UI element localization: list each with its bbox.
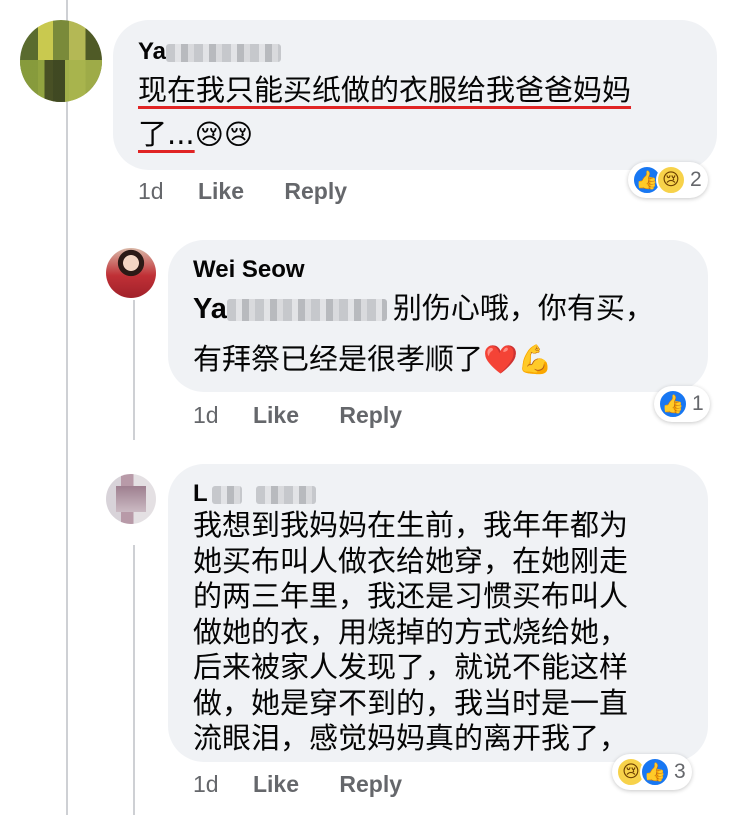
thread-line-reply-2 <box>133 545 135 815</box>
like-button[interactable]: Like <box>253 402 299 428</box>
reply-text-line: Ya 别伤心哦，你有买， <box>193 286 693 331</box>
reply-text-line: 做她的衣，用烧掉的方式烧给她， <box>193 614 629 649</box>
thread-line-top-stub <box>66 0 68 14</box>
timestamp[interactable]: 1d <box>138 178 164 204</box>
reply-text-line: 的两三年里，我还是习惯买布叫人 <box>193 579 629 613</box>
reply-meta: 1d Like Reply <box>193 402 402 429</box>
reply-text: 我想到我妈妈在生前，我年年都为 她买布叫人做衣给她穿，在她刚走 的两三年里，我还… <box>193 508 693 757</box>
author-name-blur <box>166 43 282 62</box>
reaction-summary[interactable]: 😢 👍 3 <box>612 754 692 790</box>
like-icon: 👍 <box>658 389 688 419</box>
thread-line-main <box>66 0 68 815</box>
reaction-summary[interactable]: 👍 1 <box>654 386 710 422</box>
like-button[interactable]: Like <box>253 771 299 797</box>
reply-button[interactable]: Reply <box>339 771 402 797</box>
comment-text-line: 现在我只能买纸做的衣服给我爸爸妈妈 <box>138 73 632 107</box>
heart-muscle-emoji: ❤️💪 <box>483 343 553 376</box>
reaction-count: 2 <box>690 168 702 191</box>
like-icon: 👍 <box>640 757 670 787</box>
timestamp[interactable]: 1d <box>193 402 219 428</box>
like-button[interactable]: Like <box>198 178 244 204</box>
author-name-blur <box>255 485 316 504</box>
reply-text: Ya 别伤心哦，你有买， 有拜祭已经是很孝顺了❤️💪 <box>193 286 693 382</box>
timestamp[interactable]: 1d <box>193 771 219 797</box>
crying-face-emoji: 😢😢 <box>194 118 254 151</box>
reaction-count: 1 <box>692 392 704 415</box>
reply-button[interactable]: Reply <box>284 178 347 204</box>
reply-text-part: 别伤心哦，你有买， <box>392 291 654 325</box>
reaction-summary[interactable]: 👍 😢 2 <box>628 162 708 198</box>
comment-text-line: 了...😢😢 <box>138 112 708 157</box>
mention-link[interactable]: Ya <box>193 293 387 325</box>
comment-text-tail: 了... <box>138 117 195 151</box>
reply-text-part: 有拜祭已经是很孝顺了 <box>193 342 484 376</box>
reply-author[interactable]: Wei Seow <box>193 256 305 284</box>
mention-prefix: Ya <box>193 293 227 325</box>
avatar[interactable] <box>106 474 156 524</box>
comment-meta: 1d Like Reply <box>138 178 347 205</box>
sad-icon: 😢 <box>656 165 686 195</box>
comment-text: 现在我只能买纸做的衣服给我爸爸妈妈 了...😢😢 <box>138 68 708 157</box>
avatar[interactable] <box>20 20 102 102</box>
reply-text-line: 她买布叫人做衣给她穿，在她刚走 <box>193 543 629 578</box>
mention-blur <box>226 299 387 322</box>
reply-text-line: 后来被家人发现了，就说不能这样 <box>193 650 629 684</box>
reply-meta: 1d Like Reply <box>193 771 402 798</box>
reply-button[interactable]: Reply <box>339 402 402 428</box>
thread-line-reply-1 <box>133 300 135 440</box>
reply-author[interactable]: L <box>193 480 316 508</box>
reply-text-line: 我想到我妈妈在生前，我年年都为 <box>193 508 629 542</box>
reply-text-line: 流眼泪，感觉妈妈真的离开我了， <box>193 721 629 755</box>
author-name-visible: L <box>193 480 208 507</box>
author-name-blur <box>211 485 242 504</box>
avatar[interactable] <box>106 248 156 298</box>
author-name-visible: Ya <box>138 38 167 65</box>
comment-author[interactable]: Ya <box>138 38 282 66</box>
reply-text-line: 做，她是穿不到的，我当时是一直 <box>193 685 629 720</box>
reaction-count: 3 <box>674 760 686 783</box>
reply-text-line: 有拜祭已经是很孝顺了❤️💪 <box>193 337 693 382</box>
